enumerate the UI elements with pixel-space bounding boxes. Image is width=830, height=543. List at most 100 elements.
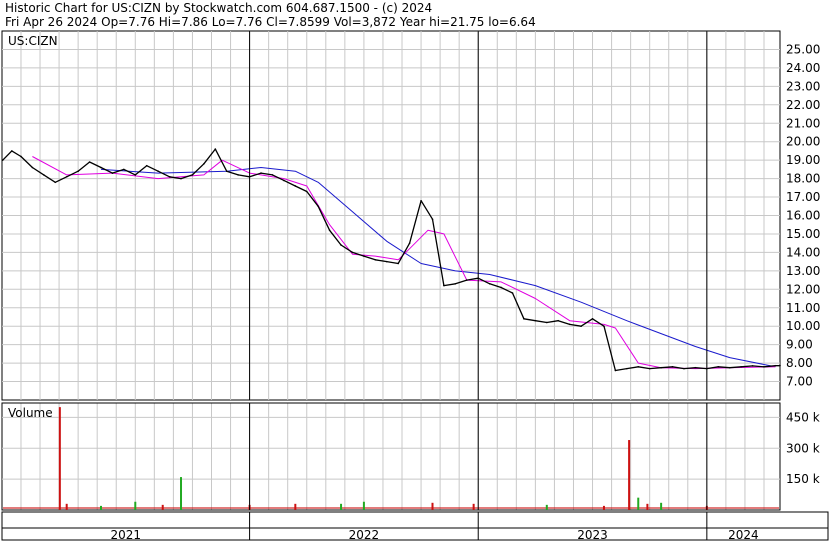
close-point bbox=[614, 369, 617, 372]
close-point bbox=[340, 244, 342, 246]
price-tick-label: 16.00 bbox=[786, 209, 820, 223]
volume-tick-label: 150 k bbox=[786, 472, 820, 486]
close-point bbox=[397, 262, 400, 265]
close-point bbox=[214, 148, 217, 150]
close-point bbox=[603, 325, 605, 328]
volume-tick-label: 450 k bbox=[786, 410, 820, 424]
close-point bbox=[305, 190, 308, 193]
close-point bbox=[54, 181, 57, 184]
volume-bar bbox=[637, 497, 640, 510]
close-point bbox=[523, 318, 525, 320]
close-point bbox=[65, 175, 68, 178]
close-point bbox=[779, 364, 781, 367]
volume-label: Volume bbox=[8, 406, 53, 420]
price-tick-label: 25.00 bbox=[786, 42, 820, 56]
volume-bar bbox=[161, 504, 164, 510]
year-label: 2022 bbox=[349, 528, 380, 542]
close-point bbox=[294, 185, 297, 187]
price-tick-label: 11.00 bbox=[786, 301, 820, 315]
price-tick-label: 12.00 bbox=[786, 282, 820, 296]
close-point bbox=[671, 365, 674, 368]
price-tick-label: 24.00 bbox=[786, 61, 820, 75]
close-point bbox=[774, 364, 777, 367]
close-point bbox=[728, 366, 731, 369]
price-tick-label: 10.00 bbox=[786, 319, 820, 333]
price-tick-label: 20.00 bbox=[786, 135, 820, 149]
close-point bbox=[511, 292, 514, 294]
year-label: 2023 bbox=[577, 528, 608, 542]
close-point bbox=[534, 319, 537, 322]
close-point bbox=[363, 255, 365, 257]
close-point bbox=[191, 174, 194, 176]
volume-bar bbox=[65, 503, 68, 510]
chart-title: Historic Chart for US:CIZN by Stockwatch… bbox=[5, 1, 433, 15]
close-point bbox=[145, 164, 148, 167]
close-point bbox=[225, 170, 228, 173]
close-point bbox=[180, 177, 182, 180]
close-point bbox=[626, 367, 628, 370]
close-point bbox=[420, 199, 422, 202]
volume-bar bbox=[472, 503, 475, 510]
close-point bbox=[385, 260, 388, 263]
close-point bbox=[100, 166, 102, 169]
price-tick-label: 19.00 bbox=[786, 153, 820, 167]
close-point bbox=[660, 366, 662, 369]
quote-summary: Fri Apr 26 2024 Op=7.76 Hi=7.86 Lo=7.76 … bbox=[5, 15, 536, 29]
volume-bar bbox=[602, 505, 605, 510]
close-point bbox=[260, 172, 262, 174]
close-point bbox=[408, 242, 411, 244]
close-point bbox=[568, 323, 571, 326]
volume-tick-label: 300 k bbox=[786, 441, 820, 455]
price-tick-label: 8.00 bbox=[786, 356, 813, 370]
volume-bar bbox=[58, 407, 61, 510]
close-point bbox=[77, 170, 79, 173]
year-label: 2021 bbox=[111, 528, 142, 542]
close-point bbox=[237, 174, 239, 176]
close-point bbox=[546, 321, 548, 324]
close-point bbox=[328, 229, 331, 232]
close-point bbox=[168, 175, 171, 178]
close-point bbox=[580, 325, 582, 328]
close-point bbox=[271, 174, 274, 176]
close-point bbox=[11, 150, 13, 152]
close-point bbox=[591, 318, 594, 320]
close-point bbox=[31, 166, 34, 169]
price-tick-label: 17.00 bbox=[786, 190, 820, 204]
volume-bar bbox=[340, 503, 343, 510]
price-panel: 25.00 24.00 23.00 22.00 21.00 20.00 19.00 18.00… bbox=[1, 30, 820, 510]
close-point bbox=[443, 284, 445, 287]
price-tick-label: 14.00 bbox=[786, 245, 820, 259]
close-point bbox=[454, 282, 457, 285]
volume-bar bbox=[646, 503, 649, 510]
close-point bbox=[557, 319, 560, 322]
close-point bbox=[157, 170, 159, 173]
close-point bbox=[1, 159, 4, 161]
price-tick-label: 13.00 bbox=[786, 264, 820, 278]
close-point bbox=[20, 155, 22, 158]
price-tick-label: 15.00 bbox=[786, 227, 820, 241]
volume-bar bbox=[362, 501, 365, 510]
volume-panel-frame bbox=[1, 402, 781, 511]
close-point bbox=[740, 365, 742, 368]
close-point bbox=[134, 174, 137, 176]
close-point bbox=[751, 365, 754, 367]
price-tick-label: 21.00 bbox=[786, 116, 820, 130]
close-point bbox=[488, 282, 491, 285]
close-point bbox=[88, 161, 91, 163]
close-point bbox=[283, 179, 285, 182]
stock-chart: 25.00 24.00 23.00 22.00 21.00 20.00 19.00 18.00… bbox=[1, 30, 829, 542]
volume-bar bbox=[660, 502, 663, 510]
price-tick-label: 23.00 bbox=[786, 79, 820, 93]
volume-panel: 450 k 300 k 150 k Volume bbox=[1, 402, 820, 511]
volume-bar bbox=[134, 501, 137, 510]
price-tick-label: 7.00 bbox=[786, 375, 813, 389]
year-label: 2024 bbox=[728, 528, 759, 542]
close-point bbox=[111, 172, 114, 174]
close-point bbox=[123, 168, 125, 171]
close-point bbox=[431, 218, 434, 220]
close-point bbox=[500, 286, 502, 289]
volume-bar bbox=[180, 477, 183, 510]
close-point bbox=[203, 163, 205, 165]
price-tick-label: 22.00 bbox=[786, 98, 820, 112]
close-point bbox=[637, 365, 640, 368]
